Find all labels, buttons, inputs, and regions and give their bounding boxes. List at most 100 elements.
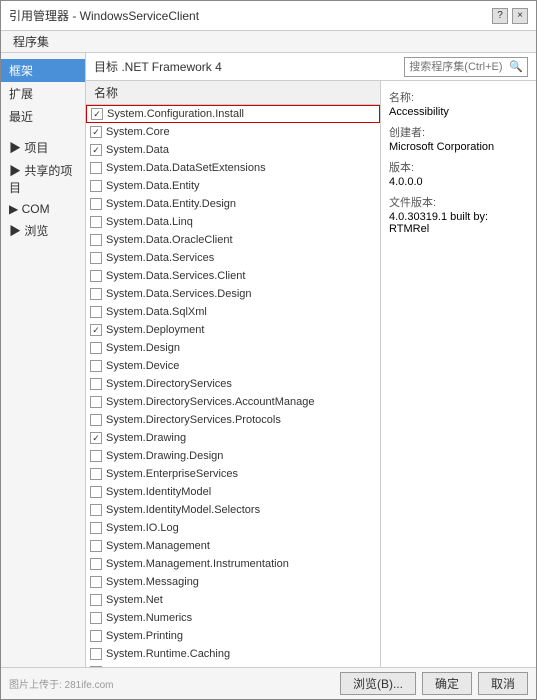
sidebar-item-extend[interactable]: 扩展 bbox=[1, 82, 85, 105]
assembly-name: System.Drawing bbox=[106, 432, 186, 444]
assembly-checkbox[interactable] bbox=[90, 612, 102, 624]
assembly-name: System.Data.DataSetExtensions bbox=[106, 162, 266, 174]
list-item[interactable]: System.DirectoryServices.Protocols bbox=[86, 411, 380, 429]
assembly-checkbox[interactable] bbox=[90, 558, 102, 570]
list-item[interactable]: System.Data.Services.Design bbox=[86, 285, 380, 303]
list-item[interactable]: ✓System.Deployment bbox=[86, 321, 380, 339]
list-item[interactable]: System.Design bbox=[86, 339, 380, 357]
cancel-button[interactable]: 取消 bbox=[478, 672, 528, 695]
list-item[interactable]: System.Data.Services bbox=[86, 249, 380, 267]
assembly-checkbox[interactable] bbox=[90, 378, 102, 390]
assembly-checkbox[interactable] bbox=[90, 468, 102, 480]
sidebar-group-browse[interactable]: ▶ 浏览 bbox=[1, 219, 85, 242]
assembly-name: System.EnterpriseServices bbox=[106, 468, 238, 480]
assembly-checkbox[interactable] bbox=[90, 180, 102, 192]
list-item[interactable]: System.Printing bbox=[86, 627, 380, 645]
list-item[interactable]: System.IO.Log bbox=[86, 519, 380, 537]
assembly-checkbox[interactable] bbox=[90, 216, 102, 228]
list-item[interactable]: System.EnterpriseServices bbox=[86, 465, 380, 483]
menu-item-assemblies[interactable]: 程序集 bbox=[9, 32, 53, 51]
search-input[interactable] bbox=[409, 61, 509, 73]
list-item[interactable]: ✓ System.Core bbox=[86, 123, 380, 141]
list-item[interactable]: ✓ System.Drawing bbox=[86, 429, 380, 447]
assembly-checkbox[interactable] bbox=[90, 576, 102, 588]
list-item[interactable]: System.Drawing.Design bbox=[86, 447, 380, 465]
list-item[interactable]: System.DirectoryServices.AccountManage bbox=[86, 393, 380, 411]
search-box[interactable]: 🔍 bbox=[404, 57, 528, 77]
list-item[interactable]: System.IdentityModel bbox=[86, 483, 380, 501]
assembly-checkbox[interactable]: ✓ bbox=[91, 108, 103, 120]
list-item[interactable]: System.Data.Entity.Design bbox=[86, 195, 380, 213]
assembly-checkbox[interactable] bbox=[90, 414, 102, 426]
assembly-checkbox[interactable] bbox=[90, 522, 102, 534]
list-column-header: 名称 bbox=[94, 84, 118, 101]
list-item[interactable]: System.Device bbox=[86, 357, 380, 375]
assembly-name: System.Data.Linq bbox=[106, 216, 193, 228]
assembly-name: System.Data.Services.Design bbox=[106, 288, 252, 300]
assembly-checkbox[interactable] bbox=[90, 288, 102, 300]
list-item[interactable]: System.Data.OracleClient bbox=[86, 231, 380, 249]
assembly-name: System.Runtime.Caching bbox=[106, 648, 230, 660]
assembly-checkbox[interactable] bbox=[90, 486, 102, 498]
sidebar-item-framework[interactable]: 框架 bbox=[1, 59, 85, 82]
assembly-checkbox[interactable] bbox=[90, 540, 102, 552]
sidebar-group-com[interactable]: ▶ COM bbox=[1, 199, 85, 219]
list-item[interactable]: System.Management bbox=[86, 537, 380, 555]
assembly-list[interactable]: ✓System.Configuration.Install✓System.Cor… bbox=[86, 105, 380, 667]
list-item[interactable]: System.IdentityModel.Selectors bbox=[86, 501, 380, 519]
assembly-name: System.Device bbox=[106, 360, 179, 372]
title-bar: 引用管理器 - WindowsServiceClient ? × bbox=[1, 1, 536, 31]
list-item[interactable]: System.Numerics bbox=[86, 609, 380, 627]
assembly-checkbox[interactable] bbox=[90, 450, 102, 462]
assembly-checkbox[interactable] bbox=[90, 270, 102, 282]
assembly-checkbox[interactable] bbox=[90, 306, 102, 318]
list-item[interactable]: System.Net bbox=[86, 591, 380, 609]
list-item[interactable]: System.Data.Linq bbox=[86, 213, 380, 231]
ok-button[interactable]: 确定 bbox=[422, 672, 472, 695]
assembly-checkbox[interactable] bbox=[90, 252, 102, 264]
assembly-checkbox[interactable] bbox=[90, 648, 102, 660]
list-item[interactable]: System.Data.DataSetExtensions bbox=[86, 159, 380, 177]
assembly-name: System.Drawing.Design bbox=[106, 450, 223, 462]
list-item[interactable]: System.Management.Instrumentation bbox=[86, 555, 380, 573]
list-item[interactable]: System.Messaging bbox=[86, 573, 380, 591]
sidebar-label-framework: 框架 bbox=[9, 62, 33, 79]
assembly-name: System.Numerics bbox=[106, 612, 192, 624]
list-item[interactable]: System.Data.Entity bbox=[86, 177, 380, 195]
sidebar-item-recent[interactable]: 最近 bbox=[1, 105, 85, 128]
help-button[interactable]: ? bbox=[492, 8, 508, 24]
assembly-checkbox[interactable]: ✓ bbox=[90, 144, 102, 156]
assembly-checkbox[interactable]: ✓ bbox=[90, 324, 102, 336]
assembly-checkbox[interactable]: ✓ bbox=[90, 126, 102, 138]
creator-label: 创建者: bbox=[389, 124, 528, 140]
assembly-checkbox[interactable] bbox=[90, 594, 102, 606]
assembly-name: System.IdentityModel bbox=[106, 486, 211, 498]
sidebar-group-project[interactable]: ▶ 项目 bbox=[1, 136, 85, 159]
list-item[interactable]: System.Runtime.Caching bbox=[86, 645, 380, 663]
assembly-checkbox[interactable] bbox=[90, 360, 102, 372]
list-item[interactable]: System.Data.SqlXml bbox=[86, 303, 380, 321]
title-bar-left: 引用管理器 - WindowsServiceClient bbox=[9, 7, 199, 24]
assembly-name: System.Data.Services bbox=[106, 252, 214, 264]
browse-button[interactable]: 浏览(B)... bbox=[340, 672, 416, 695]
assembly-name: System.Core bbox=[106, 126, 170, 138]
assembly-name: System.Data.Entity bbox=[106, 180, 200, 192]
assembly-checkbox[interactable] bbox=[90, 162, 102, 174]
search-icon: 🔍 bbox=[509, 60, 523, 73]
assembly-checkbox[interactable] bbox=[90, 234, 102, 246]
assembly-checkbox[interactable] bbox=[90, 396, 102, 408]
list-item[interactable]: ✓System.Data bbox=[86, 141, 380, 159]
list-item[interactable]: System.Data.Services.Client bbox=[86, 267, 380, 285]
file-version-value: 4.0.30319.1 built by: RTMRel bbox=[389, 211, 528, 235]
assembly-name: System.Data.SqlXml bbox=[106, 306, 207, 318]
assembly-checkbox[interactable] bbox=[90, 630, 102, 642]
close-button[interactable]: × bbox=[512, 8, 528, 24]
assembly-checkbox[interactable] bbox=[90, 342, 102, 354]
list-item[interactable]: System.DirectoryServices bbox=[86, 375, 380, 393]
assembly-checkbox[interactable] bbox=[90, 198, 102, 210]
list-item[interactable]: ✓System.Configuration.Install bbox=[86, 105, 380, 123]
sidebar-group-shared[interactable]: ▶ 共享的项目 bbox=[1, 159, 85, 199]
assembly-list-container: 名称 ✓System.Configuration.Install✓System.… bbox=[86, 81, 381, 667]
assembly-checkbox[interactable]: ✓ bbox=[90, 432, 102, 444]
assembly-checkbox[interactable] bbox=[90, 504, 102, 516]
